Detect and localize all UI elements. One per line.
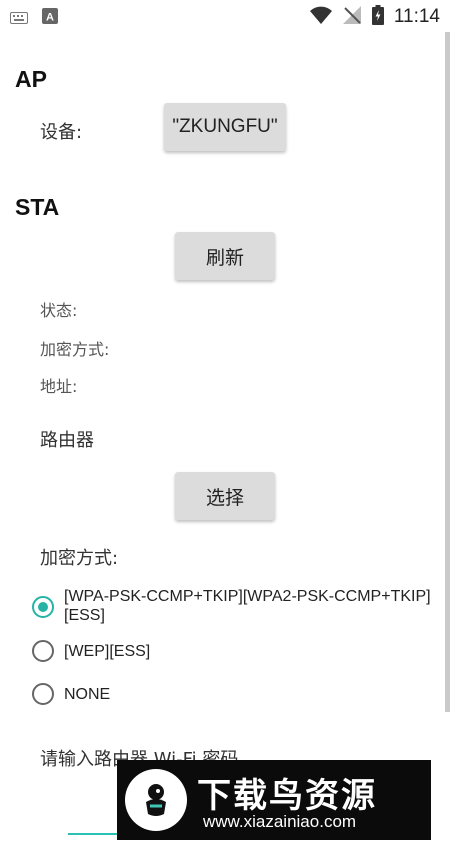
watermark-url: www.xiazainiao.com [203,812,357,831]
address-label: 地址: [40,377,78,396]
radio-option-none[interactable]: NONE [32,683,449,705]
status-time: 11:14 [393,6,440,27]
refresh-button[interactable]: 刷新 [175,232,275,280]
no-signal-icon [342,5,362,29]
watermark-banner: 下载鸟资源 www.xiazainiao.com [117,760,431,840]
select-button[interactable]: 选择 [175,472,275,520]
watermark-logo-icon [125,769,187,831]
encryption-label: 加密方式: [40,548,119,569]
radio-label: NONE [64,686,111,703]
radio-label: [WEP][ESS] [64,643,151,660]
radio-option-wep[interactable]: [WEP][ESS] [32,640,449,662]
ap-section-title: AP [15,66,47,92]
radio-button[interactable] [32,683,54,705]
radio-option-wpa[interactable]: [WPA-PSK-CCMP+TKIP][WPA2-PSK-CCMP+TKIP][… [32,587,449,625]
a-square-icon: A [42,8,58,28]
radio-button[interactable] [32,640,54,662]
sta-section-title: STA [15,194,60,220]
wifi-icon [309,5,332,29]
keyboard-icon [10,9,28,28]
battery-icon [371,5,384,29]
status-bar: A 11:14 [0,0,450,32]
radio-button-checked[interactable] [32,596,54,618]
status-label: 状态: [40,301,78,320]
router-label: 路由器 [40,430,94,451]
device-label: 设备: [40,122,83,143]
watermark-title: 下载鸟资源 [197,776,377,816]
svg-text:A: A [46,12,54,24]
radio-label: [WPA-PSK-CCMP+TKIP][WPA2-PSK-CCMP+TKIP][… [64,588,431,624]
device-button[interactable]: "ZKUNGFU" [164,103,286,151]
sta-encryption-label: 加密方式: [40,340,110,359]
